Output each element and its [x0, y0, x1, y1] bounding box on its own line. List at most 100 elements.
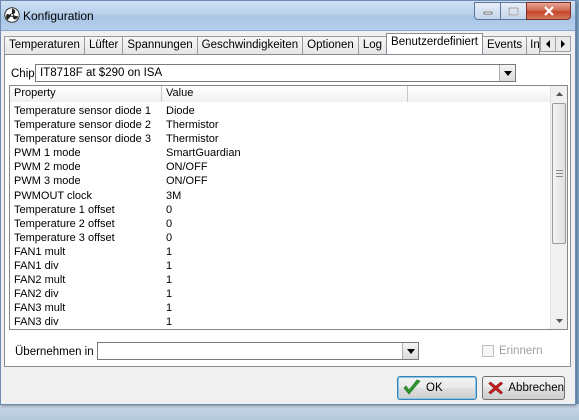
- chip-dropdown-button[interactable]: [499, 65, 515, 81]
- property-cell: PWMOUT clock: [14, 189, 93, 202]
- ok-button-label: OK: [426, 382, 443, 394]
- table-row[interactable]: PWM 1 mode SmartGuardian: [10, 146, 550, 160]
- value-cell[interactable]: 1: [162, 287, 462, 301]
- value-cell[interactable]: 0: [162, 203, 462, 217]
- title-bar[interactable]: Konfiguration: [1, 1, 575, 31]
- property-cell: FAN2 div: [14, 288, 59, 301]
- value-cell[interactable]: Diode: [162, 104, 462, 118]
- tab-partial[interactable]: In: [526, 36, 541, 54]
- chip-select[interactable]: IT8718F at $290 on ISA: [35, 64, 516, 82]
- property-cell: PWM 1 mode: [14, 147, 81, 160]
- property-cell: FAN1 div: [14, 260, 59, 273]
- maximize-button[interactable]: [500, 2, 527, 20]
- value-cell[interactable]: 1: [162, 245, 462, 259]
- minimize-button[interactable]: [474, 2, 501, 20]
- tab-spannungen[interactable]: Spannungen: [122, 36, 198, 54]
- checkmark-icon: [403, 379, 421, 395]
- tab-luefter[interactable]: Lüfter: [83, 36, 124, 54]
- table-row[interactable]: Temperature 1 offset 0: [10, 203, 550, 217]
- value-cell[interactable]: 1: [162, 301, 462, 315]
- tab-benutzerdefiniert[interactable]: Benutzerdefiniert: [386, 33, 483, 54]
- maximize-icon: [508, 6, 519, 16]
- property-grid[interactable]: Property Value Temperature sensor diode …: [9, 85, 568, 330]
- tab-scroll-right-button[interactable]: [555, 36, 571, 52]
- tab-scroll-left-button[interactable]: [540, 36, 556, 52]
- table-row[interactable]: Temperature sensor diode 2 Thermistor: [10, 118, 550, 132]
- cancel-button[interactable]: Abbrechen: [482, 376, 565, 400]
- table-row[interactable]: FAN1 mult 1: [10, 245, 550, 259]
- scroll-down-button[interactable]: [551, 313, 567, 329]
- ok-button[interactable]: OK: [397, 376, 477, 400]
- table-row[interactable]: Temperature 2 offset 0: [10, 217, 550, 231]
- value-cell[interactable]: 0: [162, 217, 462, 231]
- caption-buttons: [474, 2, 571, 20]
- chevron-left-icon: [546, 40, 550, 48]
- property-cell: Temperature sensor diode 2: [14, 119, 151, 132]
- tab-optionen[interactable]: Optionen: [302, 36, 359, 54]
- table-row[interactable]: Temperature sensor diode 1 Diode: [10, 104, 550, 118]
- table-row[interactable]: Temperature sensor diode 3 Thermistor: [10, 132, 550, 146]
- table-row[interactable]: PWMOUT clock 3M: [10, 189, 550, 203]
- property-cell: FAN3 mult: [14, 302, 66, 315]
- value-cell[interactable]: Thermistor: [162, 118, 462, 132]
- value-cell[interactable]: 0: [162, 231, 462, 245]
- tab-panel-benutzerdefiniert: Chip IT8718F at $290 on ISA Property Val…: [4, 54, 571, 367]
- scroll-thumb[interactable]: [552, 103, 566, 244]
- tab-temperaturen[interactable]: Temperaturen: [4, 36, 85, 54]
- property-cell: PWM 2 mode: [14, 161, 81, 174]
- column-header-filler: [408, 86, 550, 102]
- minimize-icon: [483, 11, 492, 15]
- grip-icon: [556, 170, 563, 179]
- vertical-scrollbar[interactable]: [550, 86, 567, 329]
- tab-events[interactable]: Events: [481, 36, 528, 54]
- apply-dropdown-button[interactable]: [402, 343, 418, 359]
- grid-rows: Temperature sensor diode 1 Diode Temperatu…: [10, 104, 550, 329]
- table-row[interactable]: PWM 2 mode ON/OFF: [10, 160, 550, 174]
- cancel-button-label: Abbrechen: [508, 382, 564, 394]
- value-cell[interactable]: 1: [162, 315, 462, 329]
- property-cell: Temperature sensor diode 1: [14, 105, 151, 117]
- apply-select[interactable]: [97, 342, 419, 360]
- table-row[interactable]: FAN3 div 1: [10, 315, 550, 329]
- tab-scroll-buttons: [540, 36, 571, 52]
- chevron-down-icon: [406, 348, 415, 354]
- value-cell[interactable]: ON/OFF: [162, 160, 462, 174]
- apply-label: Übernehmen in: [15, 346, 94, 358]
- chevron-down-icon: [503, 70, 512, 76]
- property-cell: Temperature sensor diode 3: [14, 133, 151, 146]
- property-cell: Temperature 1 offset: [14, 203, 115, 216]
- close-icon: [543, 6, 554, 16]
- scroll-up-button[interactable]: [551, 86, 567, 102]
- value-cell[interactable]: 1: [162, 273, 462, 287]
- tab-strip: Temperaturen Lüfter Spannungen Geschwind…: [4, 33, 571, 54]
- property-cell: PWM 3 mode: [14, 175, 81, 188]
- table-row[interactable]: Temperature 3 offset 0: [10, 231, 550, 245]
- value-cell[interactable]: 1: [162, 259, 462, 273]
- fan-icon: [4, 7, 20, 23]
- tab-geschwindigkeiten[interactable]: Geschwindigkeiten: [196, 36, 304, 54]
- remember-checkbox[interactable]: Erinnern: [482, 345, 542, 357]
- red-x-icon: [488, 381, 504, 395]
- table-row[interactable]: FAN1 div 1: [10, 259, 550, 273]
- chip-label: Chip: [11, 68, 35, 80]
- value-cell[interactable]: SmartGuardian: [162, 146, 462, 160]
- value-cell[interactable]: Thermistor: [162, 132, 462, 146]
- remember-checkbox-box[interactable]: [482, 345, 494, 357]
- table-row[interactable]: PWM 3 mode ON/OFF: [10, 174, 550, 188]
- property-cell: FAN3 div: [14, 316, 59, 329]
- chevron-right-icon: [561, 40, 565, 48]
- column-header-property[interactable]: Property: [10, 86, 162, 102]
- value-cell[interactable]: 3M: [162, 189, 462, 203]
- table-row[interactable]: FAN2 div 1: [10, 287, 550, 301]
- chevron-up-icon: [555, 92, 563, 96]
- column-header-value[interactable]: Value: [162, 86, 408, 102]
- table-row[interactable]: FAN3 mult 1: [10, 301, 550, 315]
- remember-label: Erinnern: [499, 345, 543, 357]
- desktop-background: [0, 404, 579, 420]
- window-title: Konfiguration: [23, 9, 94, 23]
- configuration-dialog: Konfiguration Temperaturen Lüfter Spannu…: [0, 0, 576, 405]
- value-cell[interactable]: ON/OFF: [162, 174, 462, 188]
- table-row[interactable]: FAN2 mult 1: [10, 273, 550, 287]
- close-button[interactable]: [526, 2, 571, 20]
- tab-log[interactable]: Log: [357, 36, 388, 54]
